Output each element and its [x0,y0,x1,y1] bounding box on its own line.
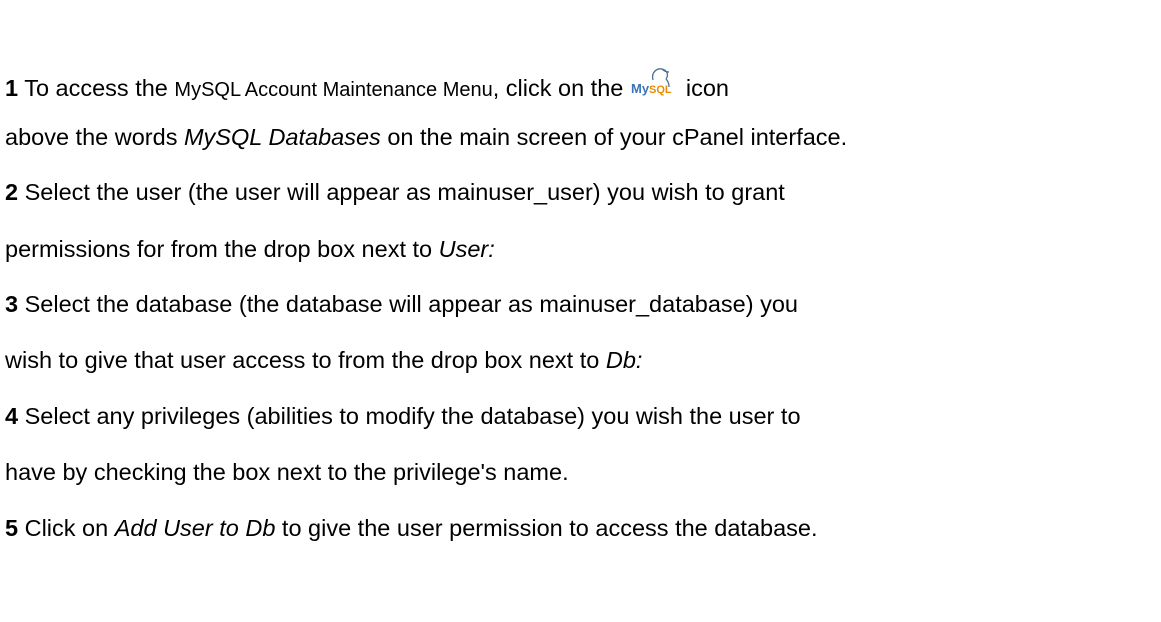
step-2-line-2: permissions for from the drop box next t… [5,235,495,263]
step-number: 1 [5,75,19,101]
step-4-line-1: 4 Select any privileges (abilities to mo… [5,402,801,430]
step-text: permissions for from the drop box next t… [5,236,439,262]
step-text: on the main screen of your cPanel interf… [380,124,848,150]
step-3-line-1: 3 Select the database (the database will… [5,290,798,318]
step-5-line-1: 5 Click on Add User to Db to give the us… [5,514,818,542]
step-number: 2 [5,179,19,205]
step-1-line-2: above the words MySQL Databases on the m… [5,123,847,151]
step-text: Click on [24,515,115,541]
step-number: 4 [5,403,19,429]
step-number: 3 [5,291,19,317]
mysql-logo-icon: My SQL [631,66,677,106]
emphasis-text: MySQL Databases [183,124,381,150]
step-text: above the words [5,124,184,150]
step-text: icon [679,75,729,101]
step-text: wish to give that user access to from th… [5,347,606,373]
step-text: have by checking the box next to the pri… [5,459,569,485]
step-3-line-2: wish to give that user access to from th… [5,346,642,374]
step-4-line-2: have by checking the box next to the pri… [5,458,569,486]
step-1-line-1: 1 To access the MySQL Account Maintenanc… [5,66,729,106]
menu-name: MySQL Account Maintenance Menu [174,79,493,101]
step-text: Select the user (the user will appear as… [24,179,785,205]
emphasis-text: Db: [605,347,643,373]
step-text: Select any privileges (abilities to modi… [24,403,801,429]
step-text: To access the [24,75,175,101]
step-text: to give the user permission to access th… [275,515,818,541]
step-text: Select the database (the database will a… [24,291,798,317]
svg-text:My: My [631,81,650,96]
emphasis-text: Add User to Db [114,515,276,541]
step-2-line-1: 2 Select the user (the user will appear … [5,178,785,206]
step-text: , click on the [492,75,624,101]
emphasis-text: User: [438,236,495,262]
step-number: 5 [5,515,19,541]
svg-text:SQL: SQL [649,84,672,96]
